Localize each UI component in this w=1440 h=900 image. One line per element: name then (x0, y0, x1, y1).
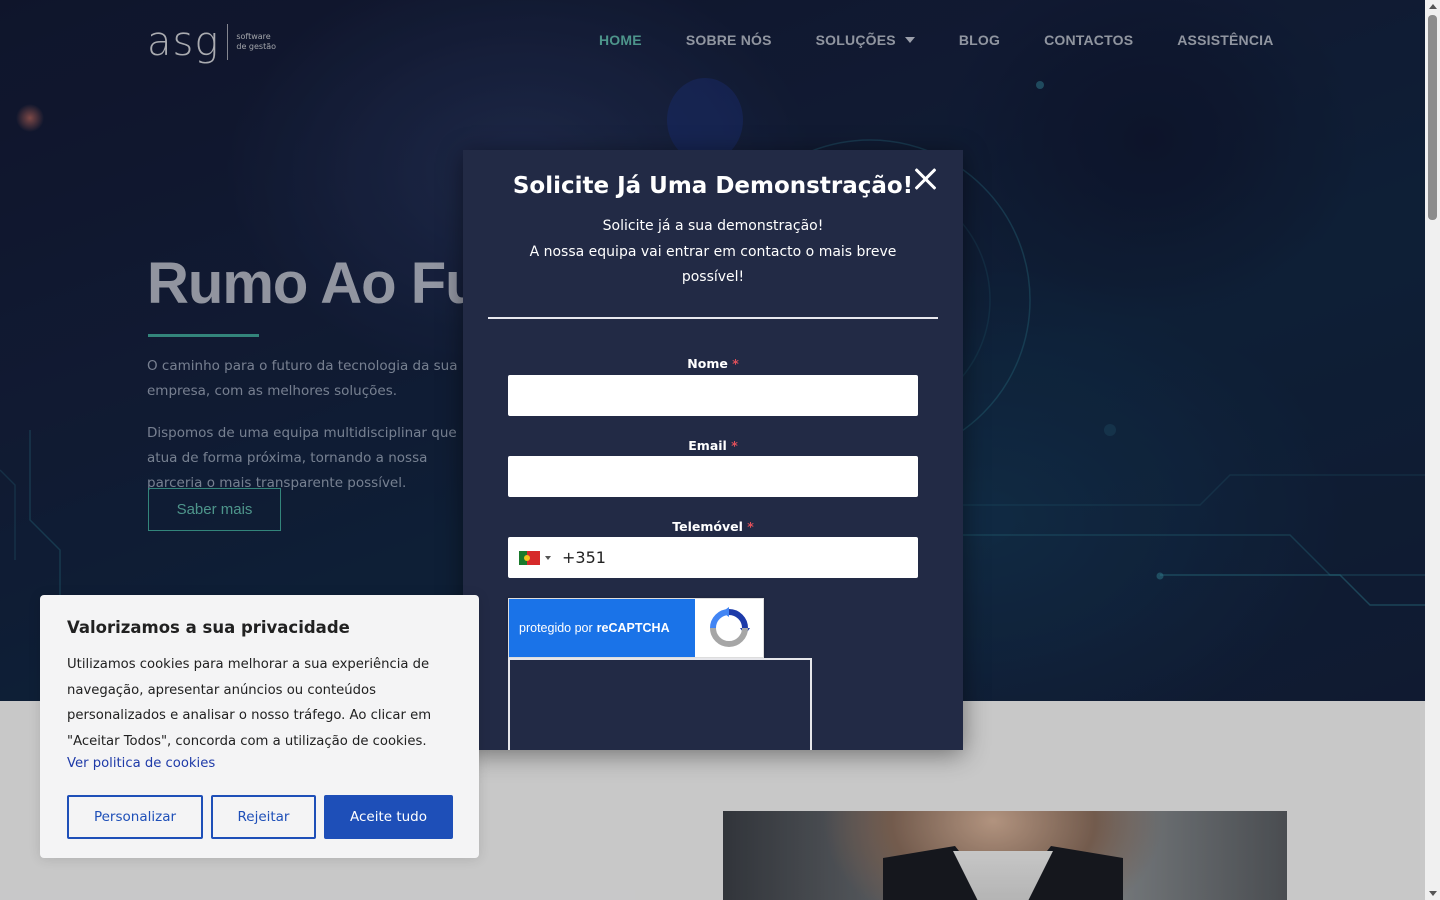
required-asterisk: * (731, 438, 738, 453)
country-dropdown-icon[interactable] (545, 555, 551, 560)
cookie-policy-link[interactable]: Ver politica de cookies (67, 756, 215, 771)
email-input[interactable] (508, 456, 918, 497)
recaptcha-icon (695, 599, 763, 657)
reject-button[interactable]: Rejeitar (211, 795, 316, 839)
scroll-down-arrow-icon[interactable] (1429, 891, 1437, 896)
customize-button[interactable]: Personalizar (67, 795, 203, 839)
recaptcha-badge[interactable]: protegido por reCAPTCHA (508, 598, 764, 658)
scrollbar-thumb[interactable] (1428, 15, 1437, 220)
phone-input[interactable]: +351 (508, 537, 918, 578)
accept-all-button[interactable]: Aceite tudo (324, 795, 453, 839)
cookie-title: Valorizamos a sua privacidade (67, 618, 350, 637)
phone-country-code[interactable]: +351 (562, 548, 606, 567)
cookie-consent-banner: Valorizamos a sua privacidade Utilizamos… (40, 595, 479, 858)
portugal-flag-icon[interactable] (519, 550, 540, 565)
modal-subtitle: Solicite já a sua demonstração! A nossa … (529, 218, 897, 285)
cookie-text: Utilizamos cookies para melhorar a sua e… (67, 657, 432, 749)
phone-label: Telemóvel * (672, 519, 754, 534)
modal-divider (488, 317, 938, 319)
name-input[interactable] (508, 375, 918, 416)
page-scrollbar[interactable] (1425, 0, 1440, 900)
captcha-challenge-frame[interactable] (508, 658, 812, 750)
modal-title: Solicite Já Uma Demonstração! (512, 173, 914, 199)
email-label: Email * (688, 438, 738, 453)
required-asterisk: * (747, 519, 754, 534)
scroll-up-arrow-icon[interactable] (1429, 4, 1437, 9)
demo-request-modal: Solicite Já Uma Demonstração! Solicite j… (463, 150, 963, 750)
name-label: Nome * (687, 356, 739, 371)
required-asterisk: * (732, 356, 739, 371)
